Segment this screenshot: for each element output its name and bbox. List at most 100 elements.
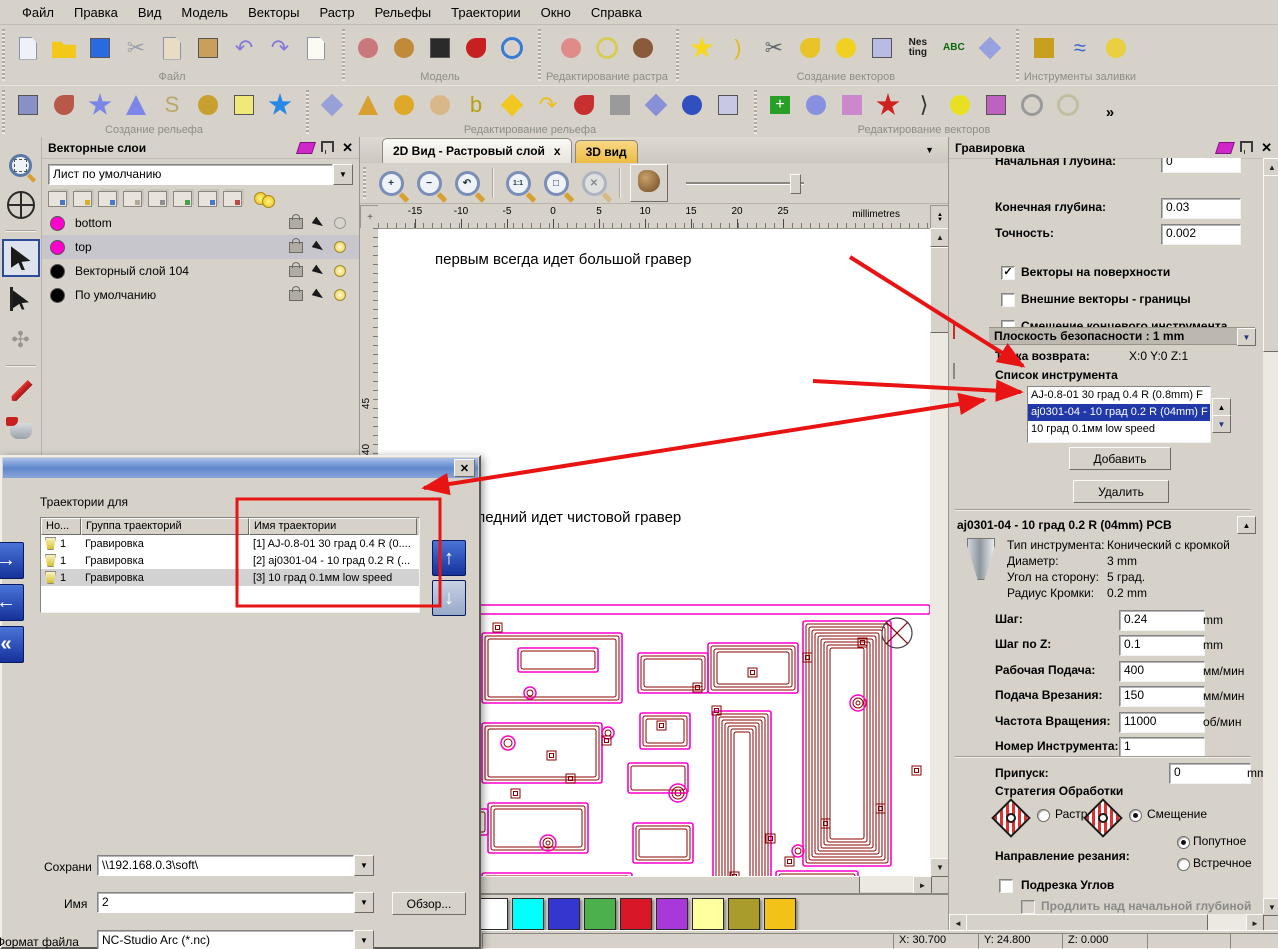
tool-list[interactable]: AJ-0.8-01 30 град 0.4 R (0.8mm) Faj0301-… — [1027, 386, 1211, 443]
browse-button[interactable]: Обзор... — [392, 892, 466, 915]
surface-checkbox[interactable] — [1001, 293, 1015, 307]
relief-cone-icon[interactable] — [353, 90, 383, 120]
layer-tool-icon[interactable] — [98, 191, 117, 207]
toggle-all-visibility-icon[interactable] — [254, 191, 275, 208]
menu-item-Модель[interactable]: Модель — [171, 2, 238, 23]
paste-icon[interactable] — [193, 33, 223, 63]
tab-3d-view[interactable]: 3D вид — [574, 140, 638, 163]
param-field[interactable]: 400 — [1119, 660, 1205, 682]
model-invert-icon[interactable] — [425, 33, 455, 63]
select-arrow-icon[interactable] — [1, 239, 40, 277]
zoom-in-button[interactable]: + — [373, 166, 409, 200]
surface-checkbox[interactable]: ✓ — [1001, 266, 1015, 280]
layer-tool-icon[interactable] — [173, 191, 192, 207]
move-right-button[interactable]: → — [0, 542, 24, 579]
vector-vase-icon[interactable] — [801, 90, 831, 120]
param-field[interactable]: 150 — [1119, 686, 1205, 708]
direction-climb-radio[interactable] — [1177, 836, 1190, 849]
param-field[interactable]: 11000 — [1119, 711, 1205, 733]
relief-layers-icon[interactable] — [229, 90, 259, 120]
canvas-vscrollbar[interactable]: ▲ ▼ — [930, 228, 950, 877]
dialog-close-icon[interactable]: ✕ — [454, 459, 475, 477]
tab-2d-view[interactable]: 2D Вид - Растровый слой x — [382, 138, 572, 163]
menu-item-Вид[interactable]: Вид — [128, 2, 172, 23]
zoom-fit-button[interactable]: ✕ — [576, 166, 612, 200]
layer-tool-icon[interactable] — [123, 191, 142, 207]
open-folder-icon[interactable] — [49, 33, 79, 63]
offset-curve-icon[interactable] — [795, 33, 825, 63]
abc-grid-icon[interactable]: ABC — [939, 33, 969, 63]
param-field[interactable]: 1 — [1119, 737, 1205, 758]
diamond-layer-icon[interactable] — [975, 33, 1005, 63]
table-header[interactable]: Но... — [41, 518, 81, 535]
move-down-button[interactable]: ↓ — [432, 580, 466, 616]
menu-item-Окно[interactable]: Окно — [531, 2, 581, 23]
slider-thumb[interactable] — [790, 174, 801, 194]
vscroll-thumb[interactable] — [930, 247, 950, 333]
layer-color-dot[interactable] — [50, 263, 65, 279]
relief-pin-icon[interactable] — [389, 90, 419, 120]
opacity-slider[interactable] — [686, 173, 804, 194]
undo-icon[interactable]: ↶ — [229, 33, 259, 63]
help-book-icon[interactable] — [296, 141, 317, 154]
tool-list-down-icon[interactable]: ▼ — [1212, 415, 1231, 433]
star-vector-icon[interactable] — [687, 33, 717, 63]
tab-close-icon[interactable]: x — [554, 144, 561, 158]
palette-swatch[interactable] — [620, 898, 652, 930]
raster-outline-icon[interactable] — [592, 33, 622, 63]
layer-tool-icon[interactable] — [198, 191, 217, 207]
layer-lock-icon[interactable] — [289, 261, 303, 277]
save-icon[interactable] — [85, 33, 115, 63]
new-file-icon[interactable] — [13, 33, 43, 63]
close-icon[interactable]: ✕ — [1261, 140, 1272, 156]
vector-half-icon[interactable] — [945, 90, 975, 120]
pin-icon[interactable] — [1240, 141, 1254, 154]
remove-tool-button[interactable]: Удалить — [1073, 480, 1169, 503]
palette-swatch[interactable] — [728, 898, 760, 930]
file-name-dropdown[interactable]: ▼ — [354, 892, 374, 913]
vector-outline-icon[interactable] — [1017, 90, 1047, 120]
pencil-icon[interactable] — [4, 374, 38, 408]
fold-vector-icon[interactable] — [867, 33, 897, 63]
relief-bcube-icon[interactable]: b — [461, 90, 491, 120]
relief-teardrop-icon[interactable] — [49, 90, 79, 120]
layer-color-dot[interactable] — [50, 287, 65, 303]
sheet-selector[interactable]: Лист по умолчанию ▼ — [48, 164, 353, 185]
palette-swatch[interactable] — [692, 898, 724, 930]
raster-shape-icon[interactable] — [556, 33, 586, 63]
table-header[interactable]: Имя траектории — [249, 518, 417, 535]
file-format-dropdown[interactable]: ▼ — [354, 930, 374, 949]
zoom-1to1-button[interactable]: 1:1 — [500, 166, 536, 200]
layer-edit-icon[interactable] — [311, 216, 326, 230]
palette-swatch[interactable] — [548, 898, 580, 930]
zoom-select-icon[interactable] — [4, 148, 38, 182]
relief-shapes-icon[interactable] — [13, 90, 43, 120]
vector-bracket-icon[interactable]: ⟩ — [909, 90, 939, 120]
tool-list-item[interactable]: aj0301-04 - 10 град 0.2 R (04mm) F — [1028, 404, 1210, 421]
raster-palette-icon[interactable] — [628, 33, 658, 63]
tab-list-dropdown-icon[interactable]: ▼ — [925, 145, 934, 155]
safe-plane-expand-icon[interactable]: ▼ — [1237, 328, 1256, 346]
preview-texture-button[interactable] — [630, 164, 668, 202]
layer-visibility-bulb-icon[interactable] — [334, 217, 346, 229]
zoom-out-button[interactable]: − — [411, 166, 447, 200]
nesting-icon[interactable]: Nes ting — [903, 33, 933, 63]
menu-item-Траектории[interactable]: Траектории — [441, 2, 531, 23]
tool-list-item[interactable]: AJ-0.8-01 30 град 0.4 R (0.8mm) F — [1028, 387, 1210, 404]
layer-tool-icon[interactable] — [48, 191, 67, 207]
model-sphere-icon[interactable] — [497, 33, 527, 63]
arc-vector-icon[interactable]: ) — [723, 33, 753, 63]
layer-lock-icon[interactable] — [289, 213, 303, 229]
pin-icon[interactable] — [321, 141, 335, 154]
scroll-up-icon[interactable]: ▲ — [1263, 158, 1278, 176]
table-row[interactable]: 1 Гравировка [3] 10 град 0.1мм low speed — [41, 569, 419, 586]
copy-icon[interactable] — [157, 33, 187, 63]
menu-item-Файл[interactable]: Файл — [12, 2, 64, 23]
fill-nodes-icon[interactable] — [1101, 33, 1131, 63]
close-icon[interactable]: ✕ — [342, 140, 353, 156]
relief-starsphere-icon[interactable] — [677, 90, 707, 120]
help-book-icon[interactable] — [1215, 141, 1236, 154]
vector-mesh-icon[interactable] — [837, 90, 867, 120]
shape-editor-icon[interactable] — [831, 33, 861, 63]
fill-dots-icon[interactable] — [1029, 33, 1059, 63]
